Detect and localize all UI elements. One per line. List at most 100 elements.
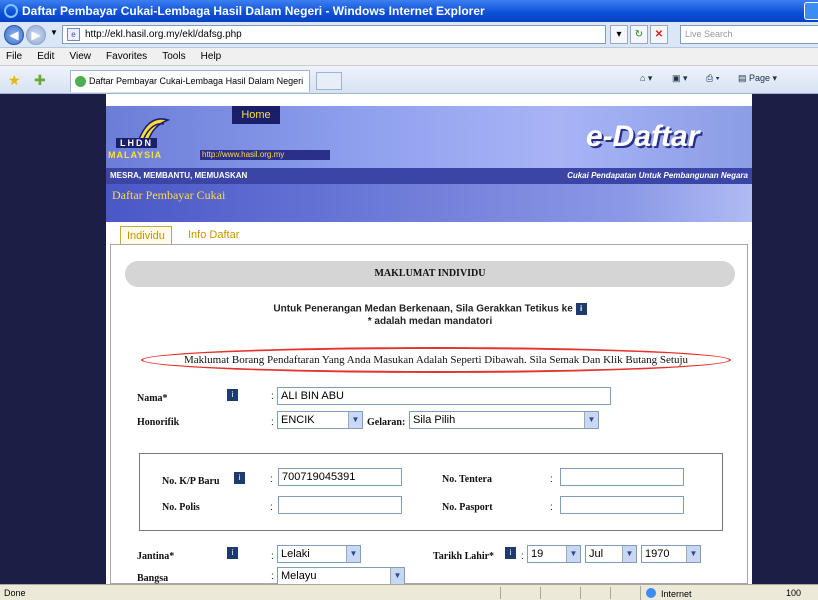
chevron-down-icon: ▼ [390,568,404,584]
form-panel: MAKLUMAT INDIVIDU Untuk Penerangan Medan… [110,244,748,584]
tab-favicon-icon [75,76,86,87]
tarikh-lahir-label: Tarikh Lahir* [433,551,495,562]
kp-baru-input[interactable]: 700719045391 [278,468,402,486]
colon: : [271,571,274,582]
chevron-down-icon: ▼ [348,412,362,428]
banner-strip: MESRA, MEMBANTU, MEMUASKAN Cukai Pendapa… [106,168,752,184]
site-banner: Home LHDN MALAYSIA http://www.hasil.org.… [106,106,752,184]
section-bar-title: Daftar Pembayar Cukai [112,188,226,202]
back-button[interactable]: ◀ [4,25,24,45]
status-text: Done [4,588,26,598]
section-bar: Daftar Pembayar Cukai [106,184,752,222]
print-icon[interactable]: ⎙ ▾ [706,73,719,84]
search-input[interactable]: Live Search [680,25,818,44]
chevron-down-icon: ▼ [584,412,598,428]
bangsa-label: Bangsa [137,573,169,584]
nama-input[interactable]: ALI BIN ABU [277,387,611,405]
refresh-icon[interactable]: ↻ [630,25,648,44]
jantina-info-icon[interactable]: i [227,547,238,559]
menu-tools[interactable]: Tools [162,48,185,66]
hint-line-1: Untuk Penerangan Medan Berkenaan, Sila G… [111,303,749,315]
kp-baru-label: No. K/P Baru [162,476,220,487]
status-separator [500,587,501,599]
colon: : [271,551,274,562]
tentera-input[interactable] [560,468,684,486]
page-menu[interactable]: ▤ Page ▾ [738,73,777,84]
address-url-text: http://ekl.hasil.org.my/ekl/dafsg.php [85,29,242,40]
page-content: Home LHDN MALAYSIA http://www.hasil.org.… [106,94,752,584]
feeds-icon[interactable]: ▣ ▾ [672,73,688,84]
mandatory-note: * adalah medan mandatori [367,316,493,327]
site-url-text: http://www.hasil.org.my [200,150,330,160]
address-dropdown-icon[interactable]: ▾ [610,25,628,44]
kp-info-icon[interactable]: i [234,472,245,484]
dob-year-select[interactable]: 1970 ▼ [641,545,701,563]
dob-month-value: Jul [589,548,604,560]
menu-edit[interactable]: Edit [37,48,54,66]
dob-info-icon[interactable]: i [505,547,516,559]
menu-view[interactable]: View [69,48,91,66]
chevron-down-icon: ▼ [622,546,636,562]
address-input[interactable]: e http://ekl.hasil.org.my/ekl/dafsg.php [62,25,606,44]
zoom-level[interactable]: 100 [786,585,801,600]
tab-individu[interactable]: Individu [120,226,172,244]
status-separator [580,587,581,599]
menu-file[interactable]: File [6,48,22,66]
new-tab-button[interactable] [316,72,342,90]
menu-help[interactable]: Help [201,48,222,66]
page-icon: e [67,28,80,41]
globe-icon [646,588,656,598]
pasport-label: No. Pasport [442,502,493,513]
window-title: Daftar Pembayar Cukai-Lembaga Hasil Dala… [22,4,485,18]
tentera-label: No. Tentera [442,474,492,485]
polis-input[interactable] [278,496,402,514]
gelaran-label: Gelaran: [367,417,406,428]
colon: : [550,474,553,485]
add-favorites-icon[interactable]: ✚ [34,72,46,89]
pasport-input[interactable] [560,496,684,514]
chevron-down-icon: ▼ [686,546,700,562]
dob-month-select[interactable]: Jul ▼ [585,545,637,563]
polis-label: No. Polis [162,502,200,513]
identity-box: No. K/P Baru i : 700719045391 No. Tenter… [139,453,723,531]
slogan-text: Cukai Pendapatan Untuk Pembangunan Negar… [567,171,748,180]
status-separator [540,587,541,599]
motto-text: MESRA, MEMBANTU, MEMUASKAN [110,171,248,180]
dob-day-select[interactable]: 19 ▼ [527,545,581,563]
colon: : [271,417,274,428]
stop-icon[interactable]: ✕ [650,25,668,44]
bangsa-select[interactable]: Melayu ▼ [277,567,405,584]
colon: : [270,474,273,485]
honorifik-select[interactable]: ENCIK ▼ [277,411,363,429]
forward-button[interactable]: ▶ [26,25,46,45]
colon: : [271,391,274,402]
jantina-label: Jantina* [137,551,175,562]
web-viewport: Home LHDN MALAYSIA http://www.hasil.org.… [0,94,818,584]
minimize-button[interactable] [804,2,818,20]
nama-info-icon[interactable]: i [227,389,238,401]
status-separator [610,587,611,599]
review-notice: Maklumat Borang Pendaftaran Yang Anda Ma… [141,347,731,373]
chevron-down-icon: ▼ [346,546,360,562]
colon: : [270,502,273,513]
nav-dropdown-icon[interactable]: ▼ [50,28,58,37]
security-zone[interactable]: Internet [640,586,692,600]
window-title-bar: Daftar Pembayar Cukai-Lembaga Hasil Dala… [0,0,818,22]
section-heading: MAKLUMAT INDIVIDU [125,261,735,287]
ie-logo-icon [4,4,18,18]
honorifik-value: ENCIK [281,414,315,426]
jantina-value: Lelaki [281,548,310,560]
gelaran-select[interactable]: Sila Pilih ▼ [409,411,599,429]
home-link[interactable]: Home [232,106,280,124]
page-menu-label: Page [749,73,771,83]
lhdn-text: LHDN [116,138,157,148]
left-margin [0,94,106,584]
favorites-star-icon[interactable]: ★ [8,72,21,89]
home-icon[interactable]: ⌂ ▾ [640,73,652,84]
malaysia-text: MALAYSIA [108,150,163,160]
jantina-select[interactable]: Lelaki ▼ [277,545,361,563]
browser-tab[interactable]: Daftar Pembayar Cukai-Lembaga Hasil Dala… [70,70,310,92]
menu-favorites[interactable]: Favorites [106,48,147,66]
tab-info-daftar[interactable]: Info Daftar [182,226,245,244]
dob-year-value: 1970 [645,548,670,560]
